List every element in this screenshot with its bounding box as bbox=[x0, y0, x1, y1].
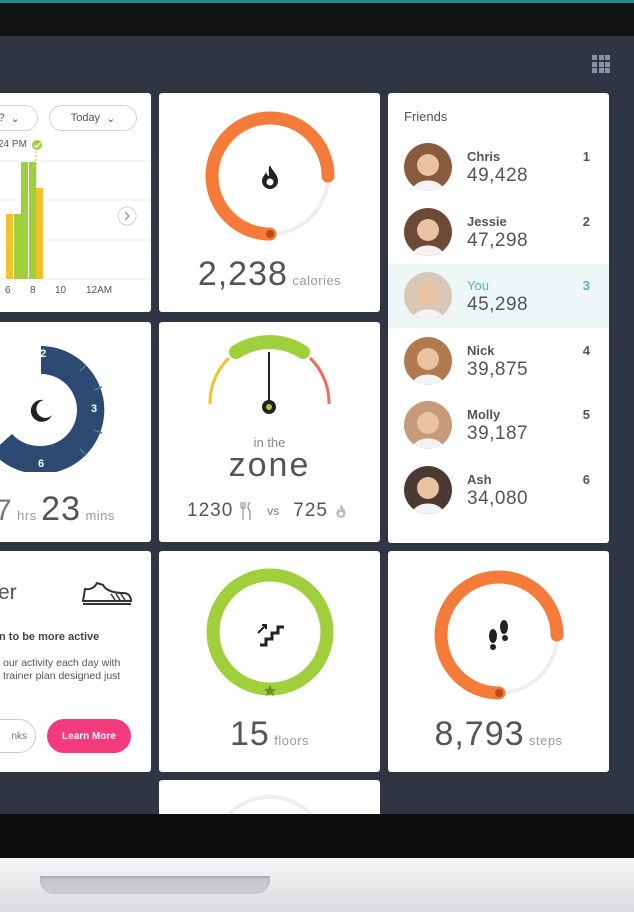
trainer-body-line2: trainer plan designed just bbox=[3, 670, 121, 682]
sleep-minutes: 23 bbox=[41, 490, 81, 528]
stairs-icon bbox=[257, 624, 284, 647]
steps-value: 8,793 bbox=[434, 715, 525, 753]
x-tick-label: 10 bbox=[55, 285, 67, 296]
friend-row[interactable]: Jessie 47,298 2 bbox=[388, 200, 609, 264]
learn-more-button[interactable]: Learn More bbox=[47, 719, 131, 753]
avatar[interactable] bbox=[404, 336, 452, 385]
avatar[interactable] bbox=[404, 207, 452, 256]
fork-knife-icon bbox=[240, 501, 251, 520]
footsteps-icon bbox=[489, 620, 508, 650]
sneaker-icon bbox=[81, 581, 133, 605]
calories-card[interactable]: 2,238 calories bbox=[159, 93, 380, 312]
x-tick-label: 6 bbox=[5, 285, 11, 296]
friend-steps: 47,298 bbox=[467, 229, 529, 251]
friend-steps: 45,298 bbox=[467, 294, 529, 315]
avatar[interactable] bbox=[404, 143, 452, 191]
x-tick-label: 8 bbox=[30, 285, 36, 296]
sleep-label-3: 3 bbox=[91, 403, 98, 415]
avatar[interactable] bbox=[404, 465, 452, 514]
friends-leaderboard-card: Friends Chris 49,428 1 Jessie 47,298 2 You 45,2… bbox=[388, 93, 609, 543]
trainer-body-line1: our activity each day with bbox=[3, 657, 121, 669]
activity-bar bbox=[6, 214, 13, 279]
heart-zone-card[interactable]: in the zone 1230 vs 725 bbox=[159, 322, 380, 542]
activity-chart bbox=[0, 140, 151, 280]
food-calories: 1230 bbox=[187, 500, 234, 521]
activity-bar bbox=[29, 162, 36, 279]
friend-rank: 2 bbox=[582, 213, 590, 229]
avatar[interactable] bbox=[404, 272, 452, 320]
thanks-button[interactable]: nks bbox=[0, 719, 36, 753]
calories-unit: calories bbox=[292, 273, 342, 288]
hourly-activity-card: ?⌄ Today⌄ 24 PM 6 8 10 12AM bbox=[0, 93, 151, 312]
sleep-label-6: 6 bbox=[38, 458, 45, 470]
friend-row[interactable]: You 45,298 3 bbox=[388, 264, 609, 328]
sleep-clock bbox=[0, 346, 105, 472]
friend-steps: 34,080 bbox=[467, 487, 529, 509]
burned-calories: 725 bbox=[293, 500, 328, 521]
friend-rank: 3 bbox=[582, 278, 590, 293]
avatar[interactable] bbox=[404, 401, 452, 449]
x-tick-label: 12AM bbox=[86, 285, 113, 296]
friend-steps: 39,187 bbox=[467, 423, 529, 444]
partial-card bbox=[159, 780, 380, 814]
friend-rank: 5 bbox=[582, 407, 590, 422]
friends-title: Friends bbox=[404, 109, 448, 124]
zone-gauge bbox=[208, 335, 331, 414]
friend-rank: 6 bbox=[582, 471, 590, 487]
activity-bar bbox=[14, 214, 21, 279]
friend-name: Chris bbox=[467, 149, 501, 164]
sleep-label-12: 12 bbox=[34, 348, 47, 360]
steps-unit: steps bbox=[528, 733, 563, 748]
friend-rank: 1 bbox=[582, 149, 590, 164]
trainer-title: er bbox=[0, 581, 17, 604]
friend-rank: 4 bbox=[582, 342, 590, 358]
friend-row[interactable]: Chris 49,428 1 bbox=[388, 135, 609, 199]
apps-grid-icon[interactable] bbox=[592, 55, 610, 73]
friend-name: Nick bbox=[467, 342, 495, 358]
friend-steps: 39,875 bbox=[467, 358, 529, 380]
activity-bar bbox=[21, 162, 28, 279]
calories-value: 2,238 bbox=[197, 255, 288, 293]
device-bezel-top bbox=[0, 0, 634, 36]
trainer-card: er n to be more active our activity each… bbox=[0, 551, 151, 772]
friend-name: Jessie bbox=[467, 213, 507, 229]
sleep-hours-unit: hrs bbox=[17, 508, 37, 523]
partial-ring bbox=[227, 795, 313, 814]
sleep-minutes-unit: mins bbox=[85, 508, 115, 523]
activity-bar bbox=[36, 188, 43, 279]
friend-name: Molly bbox=[467, 407, 501, 422]
floors-card[interactable]: 15 floors bbox=[159, 551, 380, 772]
friend-row[interactable]: Molly 39,187 5 bbox=[388, 393, 609, 457]
sleep-card[interactable]: 12 3 6 7 hrs 23 mins bbox=[0, 322, 151, 542]
floors-unit: floors bbox=[274, 733, 310, 748]
device-bezel-bottom bbox=[0, 814, 634, 858]
vs-label: vs bbox=[267, 504, 280, 518]
friend-row[interactable]: Ash 34,080 6 bbox=[388, 458, 609, 522]
flame-icon bbox=[336, 504, 346, 518]
friend-row[interactable]: Nick 39,875 4 bbox=[388, 329, 609, 393]
trainer-subtitle: n to be more active bbox=[0, 631, 100, 643]
steps-card[interactable]: 8,793 steps bbox=[388, 551, 609, 772]
flame-icon bbox=[262, 165, 278, 189]
zone-title: zone bbox=[228, 446, 311, 484]
dashboard-screen: ?⌄ Today⌄ 24 PM 6 8 10 12AM bbox=[0, 36, 634, 814]
friend-name: You bbox=[467, 278, 489, 293]
floors-value: 15 bbox=[229, 715, 270, 753]
moon-icon bbox=[30, 399, 52, 422]
laptop-chassis bbox=[0, 858, 634, 912]
friend-name: Ash bbox=[467, 471, 492, 487]
friend-steps: 49,428 bbox=[467, 165, 529, 186]
